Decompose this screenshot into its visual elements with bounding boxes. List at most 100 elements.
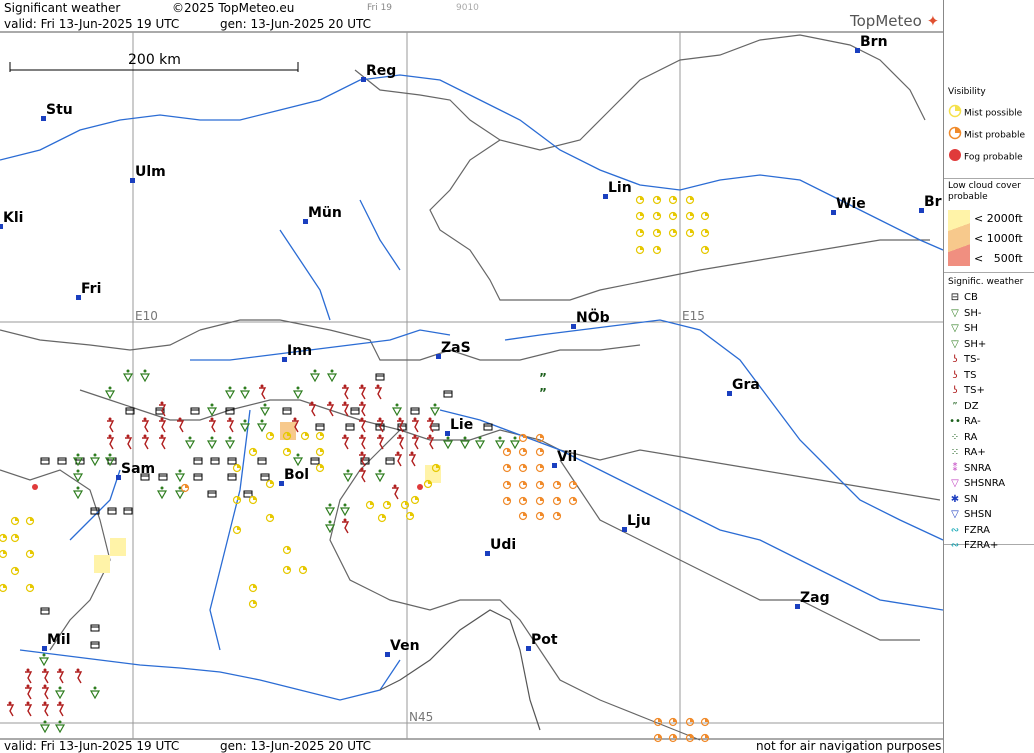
legend-weather-item: ʖ TS bbox=[948, 370, 976, 381]
legend-weather-item: ∾ FZRA bbox=[948, 525, 990, 536]
fog-icon bbox=[948, 148, 962, 165]
city-label: Mil bbox=[47, 632, 71, 648]
legend-weather-item: ✱ SN bbox=[948, 494, 978, 505]
city-label: Lju bbox=[627, 513, 651, 529]
city-label: Ulm bbox=[135, 164, 166, 180]
sleet-shower-icon: ▽ bbox=[951, 478, 959, 489]
grid-label-e10: E10 bbox=[135, 309, 158, 323]
compass-icon: ✦ bbox=[926, 12, 940, 30]
legend-weather-title: Signific. weather bbox=[948, 277, 1024, 287]
freezing-rain-heavy-icon: ∾ bbox=[950, 540, 960, 551]
legend-panel: Visibility Mist possible Mist probable Fog… bbox=[943, 0, 1034, 753]
legend-weather-label: SH- bbox=[964, 307, 982, 319]
legend-cloud-label: < 500ft bbox=[974, 252, 1023, 265]
legend-weather-item: ∾ FZRA+ bbox=[948, 540, 999, 551]
map-title: Significant weather bbox=[4, 1, 121, 15]
shower-light-icon: ▽ bbox=[951, 307, 959, 319]
legend-weather-label: RA bbox=[964, 431, 978, 443]
snow-icon: ✱ bbox=[950, 493, 960, 505]
legend-weather-label: RA- bbox=[964, 416, 981, 427]
legend-weather-item: ⁙ RA+ bbox=[948, 447, 986, 458]
city-label: Bol bbox=[284, 467, 309, 483]
legend-weather-item: ⁘ RA bbox=[948, 431, 978, 443]
city-label: Sam bbox=[121, 461, 155, 477]
valid-time: valid: Fri 13-Jun-2025 19 UTC bbox=[4, 17, 180, 31]
grid-label-e15: E15 bbox=[682, 309, 705, 323]
city-label: Brn bbox=[860, 34, 888, 50]
city-label: Reg bbox=[366, 63, 396, 79]
legend-weather-label: TS- bbox=[964, 354, 981, 365]
drizzle-icon: ” bbox=[952, 400, 958, 412]
legend-weather-label: TS+ bbox=[964, 385, 985, 396]
legend-visibility-item: Fog probable bbox=[948, 148, 1023, 165]
city-label: ZaS bbox=[441, 340, 471, 356]
scale-label: 200 km bbox=[128, 52, 181, 68]
topmeteo-logo: TopMeteo ✦ bbox=[850, 12, 939, 30]
legend-weather-label: SHSN bbox=[964, 509, 992, 520]
legend-weather-label: FZRA+ bbox=[964, 540, 999, 551]
legend-weather-item: ʖ TS- bbox=[948, 354, 980, 365]
legend-weather-label: TS bbox=[964, 369, 977, 381]
legend-cloud-label: < 2000ft bbox=[974, 212, 1023, 225]
city-label: Lie bbox=[450, 417, 473, 433]
product-code: 9010 bbox=[456, 3, 479, 13]
city-label: Fri bbox=[81, 281, 101, 297]
map-canvas: E10 E15 N45 200 km ”” BrnRegStuUlmLinMün… bbox=[0, 0, 943, 753]
copyright: ©2025 TopMeteo.eu bbox=[172, 1, 295, 15]
legend-visibility-label: Mist probable bbox=[964, 130, 1026, 141]
city-label: Vil bbox=[557, 449, 577, 465]
legend-weather-label: SN bbox=[964, 493, 978, 505]
city-label: Zag bbox=[800, 590, 830, 606]
fog-icon bbox=[417, 484, 423, 490]
legend-weather: Signific. weather ⊟ CB ▽ SH- ▽ SH ▽ SH+ ʖ TS-ʖ TS ʖ… bbox=[944, 272, 1034, 551]
legend-weather-label: SNRA bbox=[964, 462, 992, 474]
legend-weather-label: RA+ bbox=[964, 447, 986, 458]
legend-visibility-title: Visibility bbox=[948, 87, 986, 97]
legend-weather-label: CB bbox=[964, 292, 978, 303]
mist-icon bbox=[948, 104, 962, 121]
city-label: Gra bbox=[732, 377, 760, 393]
legend-low-cloud: Low cloud cover probable < 2000ft < 1000f… bbox=[944, 178, 1034, 273]
rain-heavy-icon: ⁙ bbox=[950, 447, 960, 458]
city-label: Lin bbox=[608, 180, 632, 196]
city-label: Mün bbox=[308, 205, 342, 221]
logo-text: TopMeteo bbox=[850, 12, 922, 30]
legend-weather-label: SH+ bbox=[964, 338, 987, 350]
footer-valid-time: valid: Fri 13-Jun-2025 19 UTC bbox=[4, 739, 180, 753]
legend-weather-item: ▽ SHSNRA bbox=[948, 478, 1005, 489]
legend-visibility-item: Mist possible bbox=[948, 104, 1022, 121]
legend-weather-label: FZRA bbox=[964, 524, 990, 536]
city-label: NÖb bbox=[576, 308, 610, 326]
day-label: Fri 19 bbox=[367, 3, 393, 13]
snow-shower-icon: ▽ bbox=[951, 509, 959, 520]
rain-icon: ⁘ bbox=[950, 431, 960, 443]
legend-weather-item: ʖ TS+ bbox=[948, 385, 985, 396]
legend-visibility-label: Fog probable bbox=[964, 152, 1023, 163]
footer-generated-time: gen: 13-Jun-2025 20 UTC bbox=[220, 739, 372, 753]
legend-weather-item: ▽ SHSN bbox=[948, 509, 992, 520]
legend-low-cloud-title: Low cloud cover probable bbox=[948, 181, 1021, 202]
grid-label-n45: N45 bbox=[409, 710, 433, 724]
thunderstorm-icon: ʖ bbox=[952, 369, 958, 381]
mist-icon bbox=[948, 126, 962, 143]
thunderstorm-light-icon: ʖ bbox=[952, 354, 958, 365]
legend-weather-item: ⁑ SNRA bbox=[948, 462, 992, 474]
city-label: Ven bbox=[390, 638, 420, 654]
rain-light-icon: •• bbox=[949, 416, 961, 427]
shower-heavy-icon: ▽ bbox=[951, 338, 959, 350]
city-label: Kli bbox=[3, 210, 23, 226]
drizzle-icon: ” bbox=[539, 371, 547, 385]
legend-weather-item: ▽ SH- bbox=[948, 308, 981, 319]
city-label: Pot bbox=[531, 632, 558, 648]
freezing-rain-icon: ∾ bbox=[950, 524, 960, 536]
legend-weather-label: SHSNRA bbox=[964, 478, 1006, 489]
legend-cloud-label: < 1000ft bbox=[974, 232, 1023, 245]
legend-weather-item: ▽ SH bbox=[948, 323, 978, 334]
sleet-icon: ⁑ bbox=[952, 462, 958, 474]
disclaimer: not for air navigation purposes bbox=[756, 739, 942, 753]
city-label: Stu bbox=[46, 102, 73, 118]
legend-visibility-item: Mist probable bbox=[948, 126, 1025, 143]
thunderstorm-heavy-icon: ʖ bbox=[952, 385, 958, 396]
cb-icon: ⊟ bbox=[950, 292, 960, 303]
legend-visibility-label: Mist possible bbox=[964, 108, 1023, 119]
